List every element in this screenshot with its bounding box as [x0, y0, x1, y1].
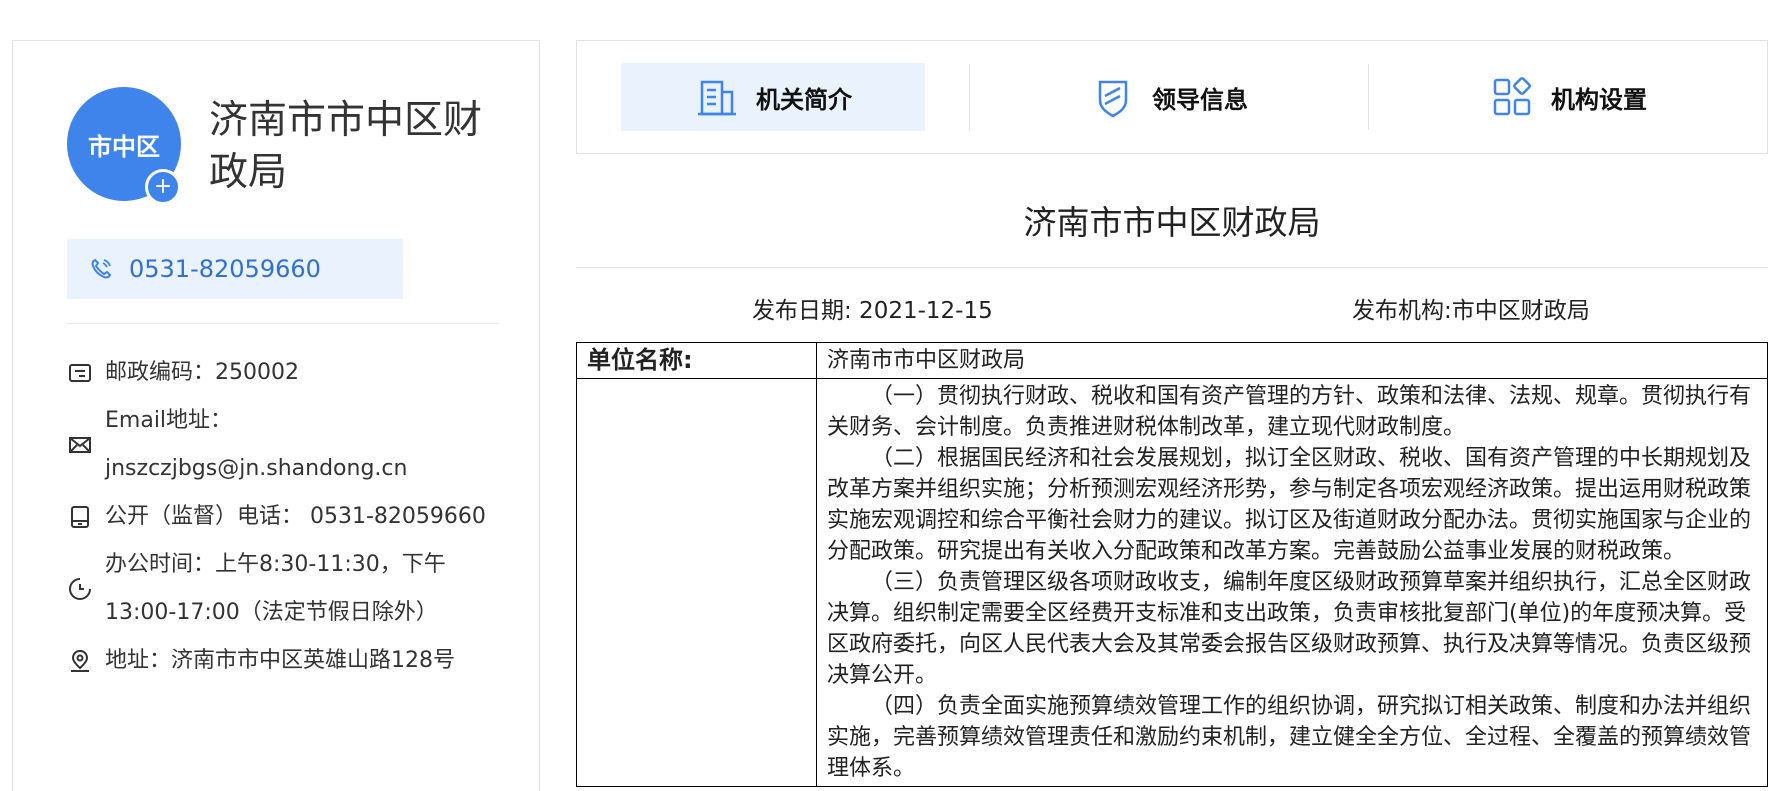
phone-number[interactable]: 0531-82059660 [129, 255, 321, 283]
contact-info-list: 邮政编码：250002 Email地址：jnszczjbgs@jn.shando… [67, 349, 507, 685]
divider [576, 267, 1768, 268]
supervision-phone-icon [71, 506, 89, 528]
tab-org-structure[interactable]: 机构设置 [1369, 63, 1767, 131]
divider [67, 323, 499, 324]
duty-paragraph: （二）根据国民经济和社会发展规划，拟订全区财政、税收、国有资产管理的中长期规划及… [827, 446, 1752, 564]
clock-icon [69, 578, 91, 600]
address-text: 地址：济南市市中区英雄山路128号 [105, 648, 455, 673]
org-name: 济南市市中区财政局 [209, 98, 483, 195]
org-structure-icon [1493, 77, 1531, 116]
tab-leadership-info[interactable]: 领导信息 [970, 63, 1368, 131]
postcode-text: 邮政编码：250002 [105, 360, 299, 385]
address-row: 地址：济南市市中区英雄山路128号 [67, 637, 507, 685]
office-hours-text: 办公时间：上午8:30-11:30，下午13:00-17:00（法定节假日除外） [105, 552, 446, 625]
tab-bar: 机关简介 领导信息 机构设置 [576, 40, 1768, 154]
email-text: Email地址：jnszczjbgs@jn.shandong.cn [105, 408, 408, 481]
follow-plus-icon[interactable]: + [145, 169, 181, 205]
table-row: 单位名称: 济南市市中区财政局 [576, 342, 1768, 379]
tab-label: 机构设置 [1551, 85, 1647, 114]
supervision-phone-text: 公开（监督）电话： 0531-82059660 [105, 504, 486, 529]
publisher: 发布机构:市中区财政局 [1352, 298, 1590, 324]
document-icon [698, 80, 736, 116]
duties-label-cell [576, 378, 817, 787]
duties-cell: （一）贯彻执行财政、税收和国有资产管理的方针、政策和法律、法规、规章。贯彻执行有… [816, 378, 1768, 787]
mail-icon [69, 437, 91, 453]
agency-info-table: 单位名称: 济南市市中区财政局 （一）贯彻执行财政、税收和国有资产管理的方针、政… [576, 342, 1768, 787]
supervision-phone-row: 公开（监督）电话： 0531-82059660 [67, 493, 507, 541]
office-hours-row: 办公时间：上午8:30-11:30，下午13:00-17:00（法定节假日除外） [67, 541, 507, 637]
article-title: 济南市市中区财政局 [1023, 203, 1321, 242]
tab-agency-intro[interactable]: 机关简介 [621, 63, 925, 131]
location-icon [71, 649, 89, 672]
postcode-row: 邮政编码：250002 [67, 349, 507, 397]
email-row: Email地址：jnszczjbgs@jn.shandong.cn [67, 397, 507, 493]
profile-card: 市中区 + 济南市市中区财政局 0531-82059660 邮政编码：25000… [12, 40, 540, 791]
postcode-icon [69, 364, 91, 382]
duty-paragraph: （一）贯彻执行财政、税收和国有资产管理的方针、政策和法律、法规、规章。贯彻执行有… [827, 384, 1752, 440]
phone-box[interactable]: 0531-82059660 [67, 239, 403, 299]
badge-icon [1098, 80, 1128, 118]
tab-label: 机关简介 [756, 85, 852, 114]
unit-name-value: 济南市市中区财政局 [816, 342, 1768, 379]
duty-paragraph: （三）负责管理区级各项财政收支，编制年度区级财政预算草案并组织执行，汇总全区财政… [827, 570, 1752, 688]
avatar-text: 市中区 [88, 132, 160, 161]
publish-date: 发布日期: 2021-12-15 [752, 298, 993, 324]
tab-label: 领导信息 [1152, 85, 1248, 114]
unit-name-label: 单位名称: [576, 342, 817, 379]
phone-icon [91, 258, 112, 279]
table-row: （一）贯彻执行财政、税收和国有资产管理的方针、政策和法律、法规、规章。贯彻执行有… [576, 378, 1768, 787]
duty-paragraph: （四）负责全面实施预算绩效管理工作的组织协调，研究拟订相关政策、制度和办法并组织… [827, 694, 1752, 781]
